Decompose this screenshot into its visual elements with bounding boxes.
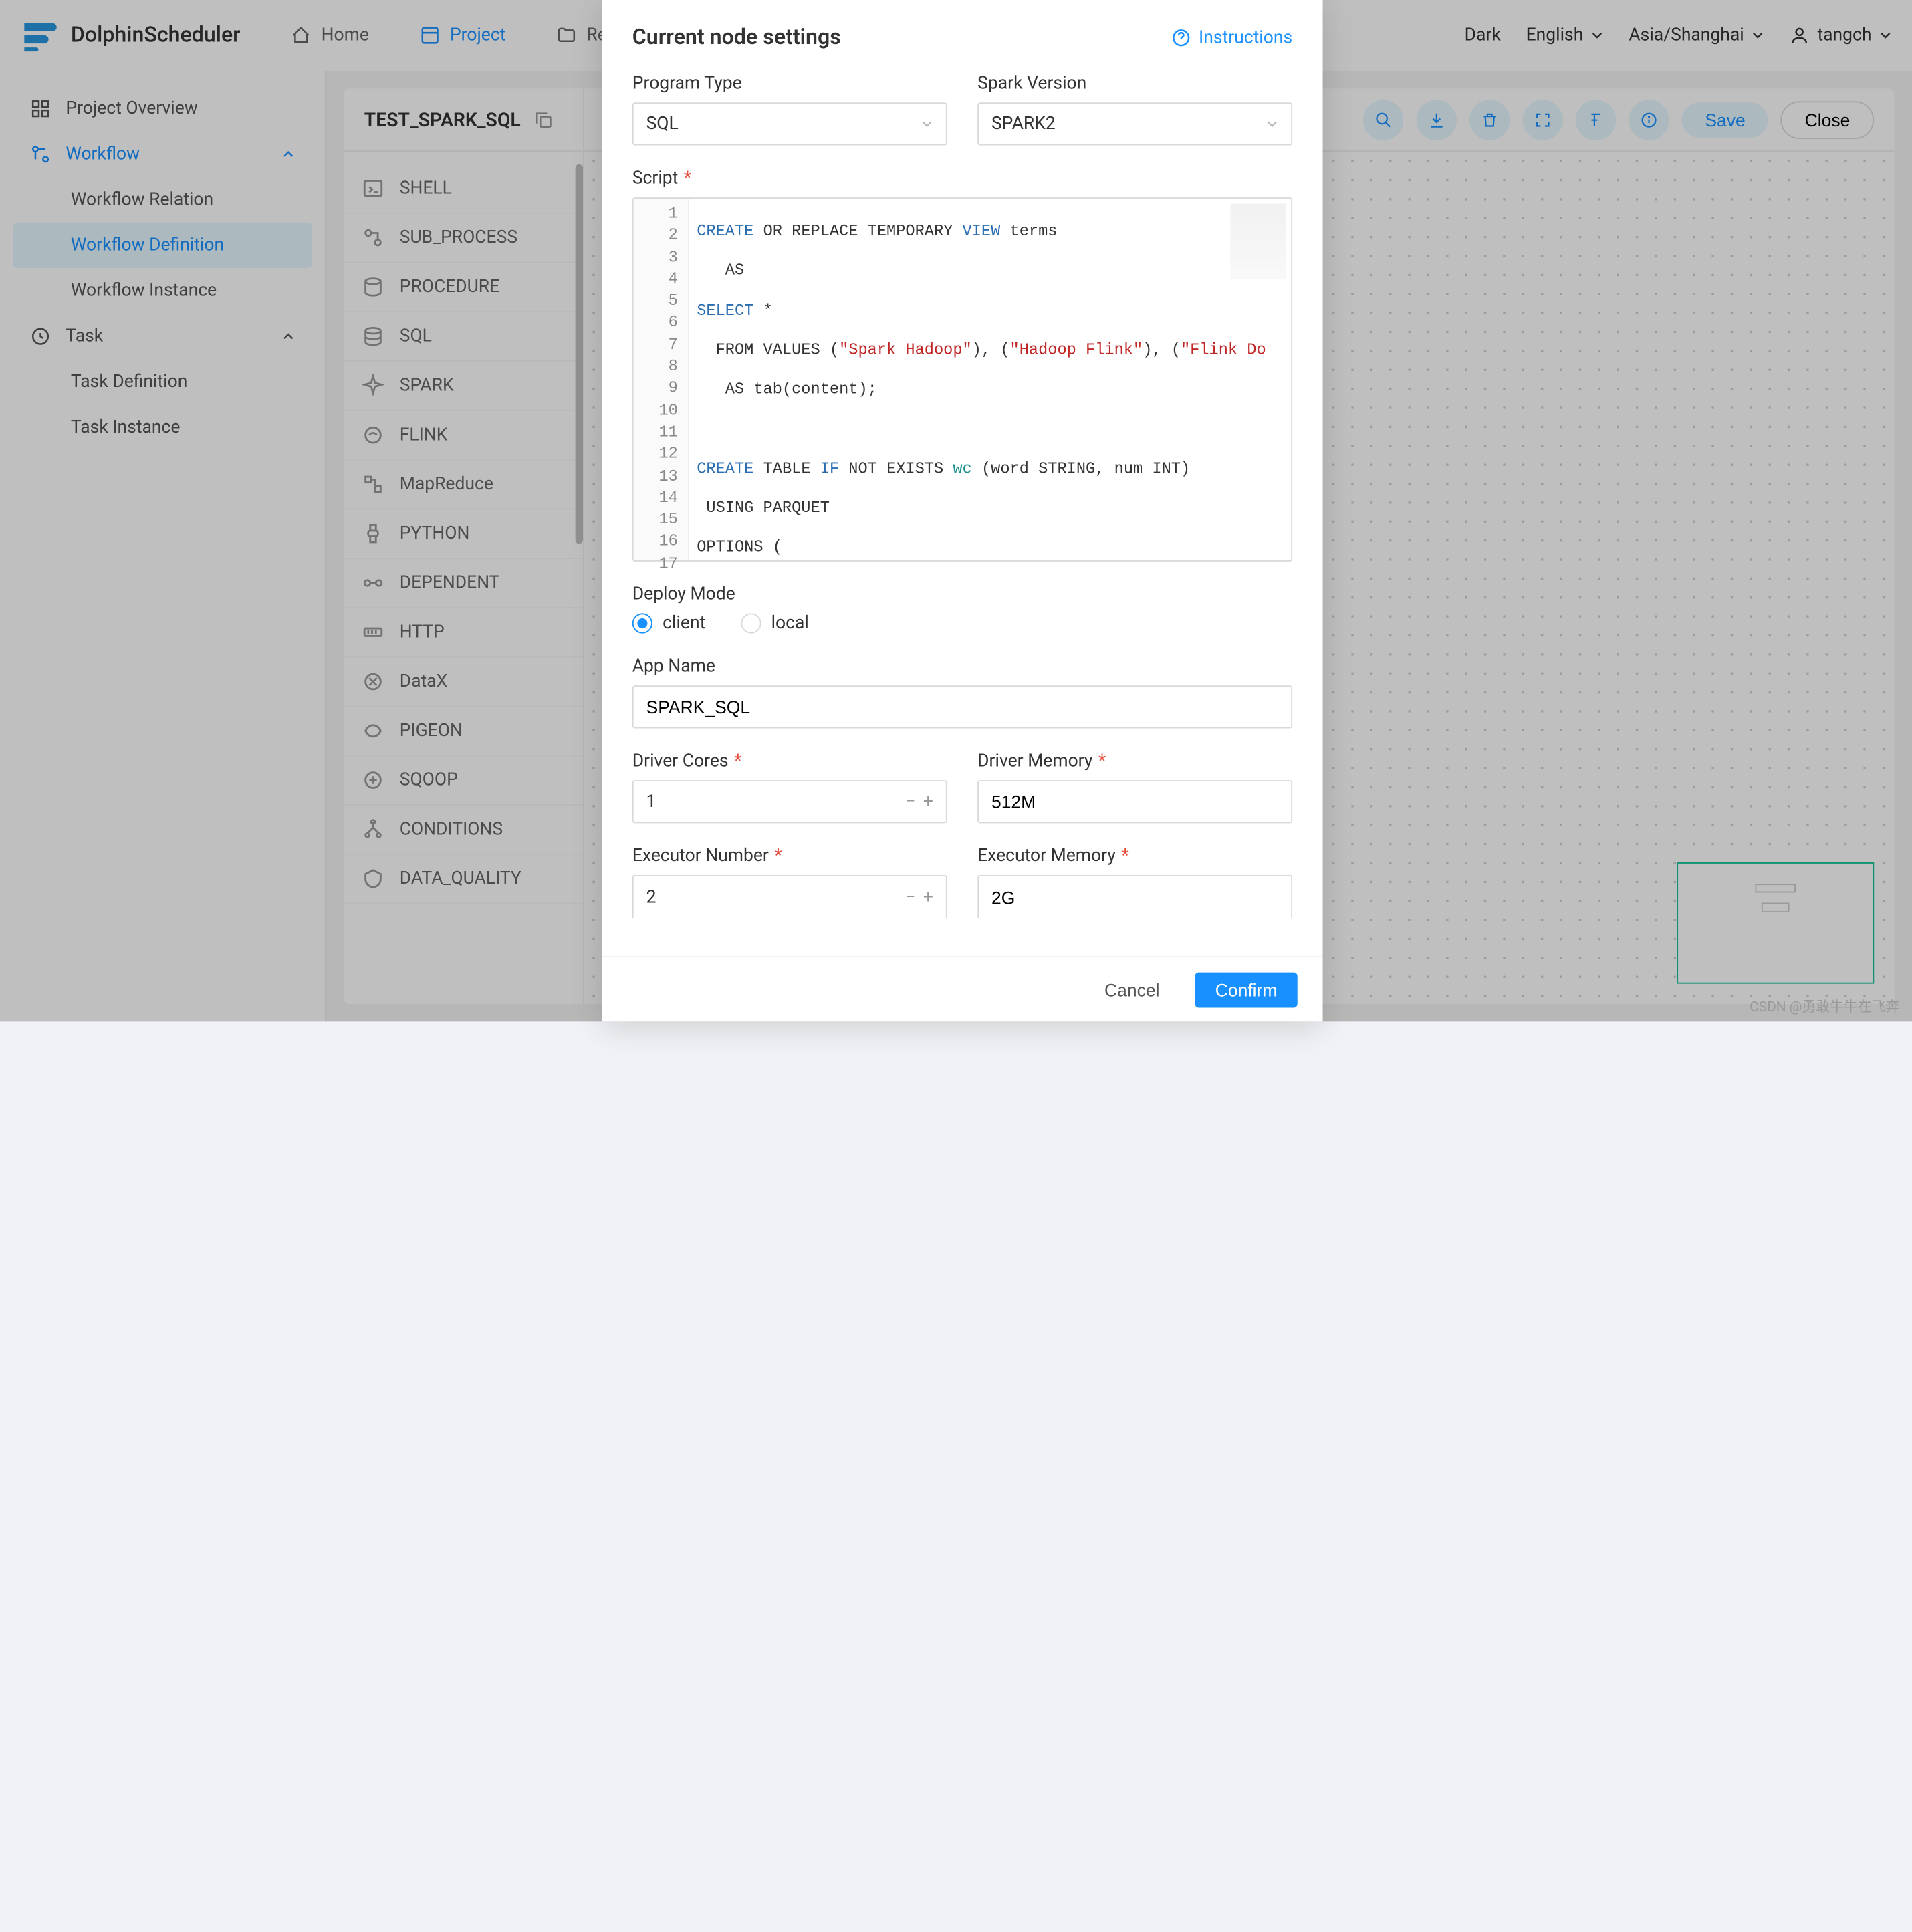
cancel-button[interactable]: Cancel	[1084, 972, 1180, 1007]
script-label: Script *	[632, 168, 1292, 189]
program-type-label: Program Type	[632, 74, 947, 94]
node-settings-modal: Current node settings Instructions Progr…	[602, 0, 1322, 1021]
executor-memory-input[interactable]	[977, 875, 1292, 918]
script-editor[interactable]: 1234567891011121314151617 CREATE OR REPL…	[632, 197, 1292, 562]
editor-gutter: 1234567891011121314151617	[634, 199, 689, 560]
app-name-input[interactable]	[632, 685, 1292, 728]
executor-number-input[interactable]: 2 −+	[632, 875, 947, 918]
watermark: CSDN @勇敢牛牛在飞奔	[1750, 997, 1899, 1017]
deploy-mode-label: Deploy Mode	[632, 584, 1292, 604]
executor-memory-label: Executor Memory *	[977, 846, 1292, 866]
editor-content[interactable]: CREATE OR REPLACE TEMPORARY VIEW terms A…	[689, 199, 1291, 560]
confirm-button[interactable]: Confirm	[1195, 972, 1297, 1007]
question-icon	[1171, 28, 1191, 48]
deploy-mode-client[interactable]: client	[632, 613, 705, 633]
instructions-link[interactable]: Instructions	[1171, 28, 1292, 48]
modal-footer: Cancel Confirm	[602, 956, 1322, 1021]
radio-icon	[632, 613, 652, 633]
decrease-button[interactable]: −	[905, 888, 915, 906]
decrease-button[interactable]: −	[905, 793, 915, 810]
chevron-down-icon	[921, 118, 933, 130]
editor-minimap[interactable]	[1230, 204, 1286, 279]
deploy-mode-local[interactable]: local	[741, 613, 809, 633]
driver-memory-label: Driver Memory *	[977, 751, 1292, 771]
driver-cores-label: Driver Cores *	[632, 751, 947, 771]
app-name-label: App Name	[632, 656, 1292, 677]
modal-title: Current node settings	[632, 25, 841, 51]
spark-version-label: Spark Version	[977, 74, 1292, 94]
program-type-select[interactable]: SQL	[632, 102, 947, 145]
executor-number-label: Executor Number *	[632, 846, 947, 866]
chevron-down-icon	[1266, 118, 1278, 130]
increase-button[interactable]: +	[923, 888, 933, 906]
increase-button[interactable]: +	[923, 793, 933, 810]
spark-version-select[interactable]: SPARK2	[977, 102, 1292, 145]
driver-memory-input[interactable]	[977, 780, 1292, 823]
radio-icon	[741, 613, 761, 633]
driver-cores-input[interactable]: 1 −+	[632, 780, 947, 823]
